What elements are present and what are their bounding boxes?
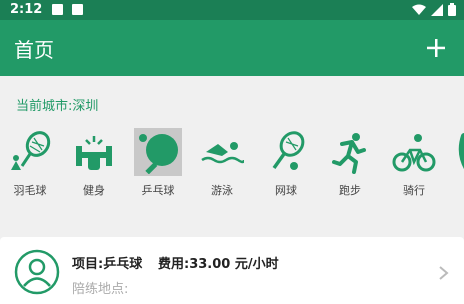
running-icon (326, 128, 374, 176)
plus-icon (427, 39, 445, 57)
partial-icon (454, 128, 464, 176)
fitness-icon (70, 128, 118, 176)
place-label: 陪练地点: (72, 282, 129, 297)
sport-item-badminton[interactable]: 羽毛球 (0, 124, 60, 200)
sport-label: 乒乓球 (141, 184, 175, 197)
sport-label: 羽毛球 (13, 184, 47, 197)
sport-item-cycling[interactable]: 骑行 (384, 124, 444, 200)
wifi-icon (412, 4, 426, 15)
sport-item-swimming[interactable]: 游泳 (192, 124, 252, 200)
sport-item-running[interactable]: 跑步 (320, 124, 380, 200)
current-city: 当前城市:深圳 (16, 99, 99, 114)
app-bar: 首页 (0, 20, 464, 76)
sport-label: 网球 (275, 184, 297, 197)
list-item[interactable]: 项目:乒乓球 费用:33.00 元/小时 陪练地点: (0, 237, 464, 304)
sport-item-tennis[interactable]: 网球 (256, 124, 316, 200)
image-notification-icon (52, 4, 63, 15)
sport-item-ping-pong[interactable]: 乒乓球 (128, 124, 188, 200)
sport-label: 骑行 (403, 184, 425, 197)
ping-pong-icon (134, 128, 182, 176)
chevron-right-icon (439, 266, 449, 280)
swimming-icon (198, 128, 246, 176)
signal-icon (431, 3, 443, 16)
status-icons (412, 3, 456, 16)
sports-category-list: 羽毛球 健身 乒乓球 游泳 网球 跑步 骑行 (0, 124, 464, 200)
avatar-icon (14, 249, 60, 295)
sport-label: 跑步 (339, 184, 361, 197)
app-notification-icon (72, 4, 83, 15)
sport-label: 健身 (83, 184, 105, 197)
tennis-icon (262, 128, 310, 176)
sport-label: 游泳 (211, 184, 233, 197)
status-time: 2:12 (10, 2, 43, 17)
page-title: 首页 (14, 38, 54, 62)
add-button[interactable] (420, 32, 452, 64)
sport-item-more[interactable] (448, 124, 464, 200)
sport-item-fitness[interactable]: 健身 (64, 124, 124, 200)
project-label: 项目:乒乓球 (72, 257, 143, 272)
fee-label: 费用:33.00 元/小时 (158, 257, 279, 272)
status-bar: 2:12 (0, 0, 464, 20)
cycling-icon (390, 128, 438, 176)
battery-icon (448, 3, 456, 16)
badminton-icon (6, 128, 54, 176)
